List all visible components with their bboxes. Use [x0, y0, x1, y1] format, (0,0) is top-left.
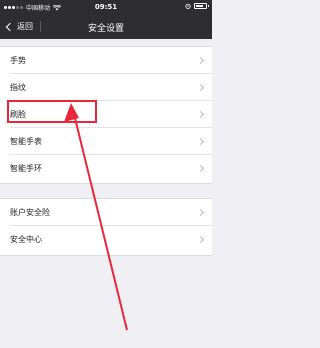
annotation-arrow — [64, 103, 128, 331]
